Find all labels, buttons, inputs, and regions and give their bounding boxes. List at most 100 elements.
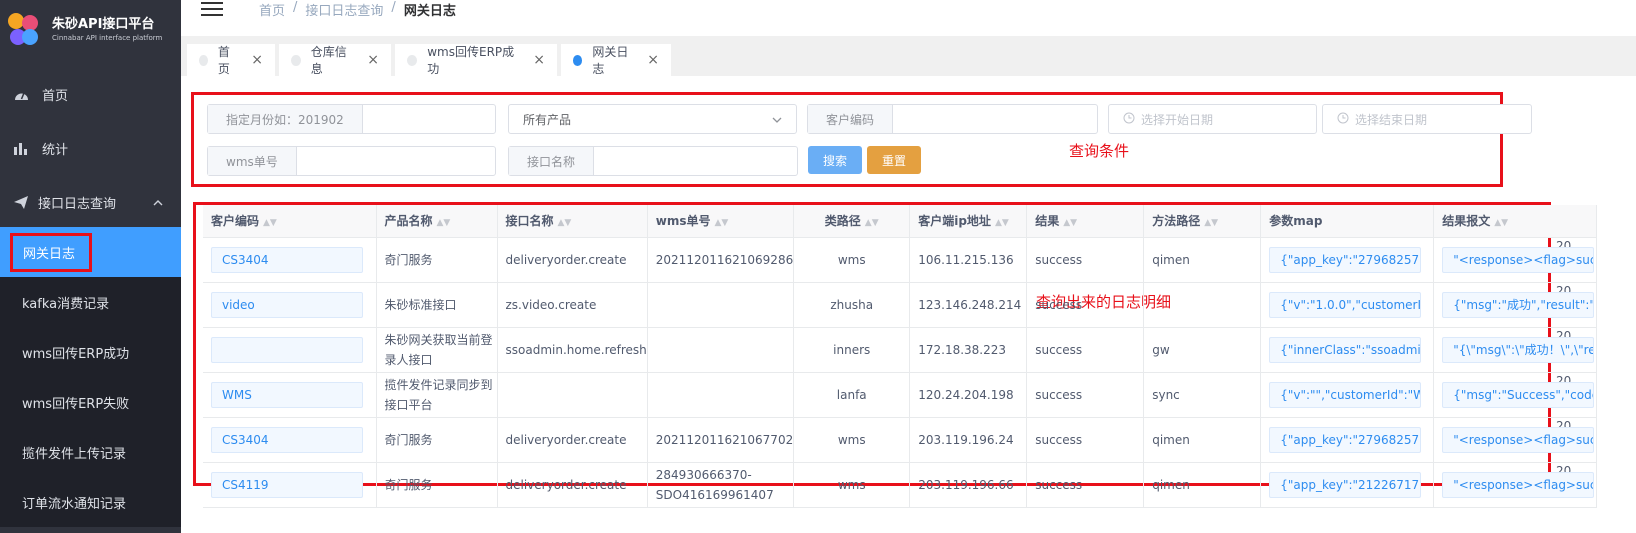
end-date-picker[interactable]: 选择结束日期 <box>1322 104 1532 134</box>
tab-warehouse[interactable]: 仓库信息 × <box>279 44 391 76</box>
month-field[interactable]: 指定月份如：201902 <box>207 104 496 134</box>
table-cell: wms <box>793 462 911 508</box>
customer-code-link[interactable]: CS3404 <box>211 246 363 273</box>
start-date-picker[interactable]: 选择开始日期 <box>1108 104 1317 134</box>
column-header[interactable]: 方法路径 ▲▼ <box>1143 205 1262 238</box>
column-header-label: 客户编码 <box>211 214 260 229</box>
breadcrumb-separator: / <box>391 0 396 15</box>
customer-code-link[interactable]: video <box>211 291 363 318</box>
column-header-label: 客户端ip地址 <box>918 214 991 229</box>
column-header[interactable]: 客户编码 ▲▼ <box>203 205 377 238</box>
table-cell: "<response><flag>success <box>1433 417 1598 463</box>
sort-icon[interactable]: ▲▼ <box>715 218 729 228</box>
json-preview-field[interactable]: {"app_key":"21226717","me <box>1269 471 1422 498</box>
table-cell <box>497 372 648 418</box>
cell-text: deliveryorder.create <box>505 432 627 447</box>
table-row[interactable]: CS3404 奇门服务 deliveryorder.create 2021120116… <box>203 417 1598 463</box>
breadcrumb-home[interactable]: 首页 <box>259 0 285 19</box>
sidebar-item-order-notice[interactable]: 订单流水通知记录 <box>0 477 181 527</box>
close-icon[interactable]: × <box>367 52 379 68</box>
wms-field[interactable]: wms单号 <box>207 146 496 176</box>
json-preview-field[interactable]: "<response><flag>success <box>1442 471 1595 498</box>
table-row[interactable]: 朱砂网关获取当前登录人接口 ssoadmin.home.refresh inners… <box>203 327 1598 373</box>
sidebar-item-wms-success[interactable]: wms回传ERP成功 <box>0 327 181 377</box>
column-header[interactable]: 接口名称 ▲▼ <box>497 205 648 238</box>
sort-icon[interactable]: ▲▼ <box>437 218 451 228</box>
table-row[interactable]: video 朱砂标准接口 zs.video.create zhusha 123.146.… <box>203 282 1598 328</box>
column-header[interactable]: 结果 ▲▼ <box>1026 205 1145 238</box>
api-name-field[interactable]: 接口名称 <box>508 146 798 176</box>
sort-icon[interactable]: ▲▼ <box>1063 218 1077 228</box>
tab-gateway-log[interactable]: 网关日志 × <box>561 44 671 76</box>
cell-text: lanfa <box>836 387 867 402</box>
tab-status-dot <box>291 54 301 66</box>
tab-home[interactable]: 首页 × <box>187 44 275 76</box>
cell-text: qimen <box>1152 432 1190 447</box>
table-cell: 朱砂标准接口 <box>376 282 498 328</box>
tab-wms-success[interactable]: wms回传ERP成功 × <box>395 44 557 76</box>
month-input[interactable] <box>363 105 495 133</box>
table-cell: {"v":"","customerId":"WMS", <box>1260 372 1435 418</box>
breadcrumb-api-log[interactable]: 接口日志查询 <box>305 0 383 19</box>
column-header[interactable]: 类路径 ▲▼ <box>793 205 911 238</box>
cell-text: wms <box>837 252 866 267</box>
sidebar-item-label: 订单流水通知记录 <box>22 496 127 512</box>
sort-icon[interactable]: ▲▼ <box>1204 218 1218 228</box>
table-cell: inners <box>793 327 911 373</box>
table-cell: 奇门服务 <box>376 237 498 283</box>
sidebar-item-gateway-log[interactable]: 网关日志 <box>0 227 181 277</box>
table-row[interactable]: WMS 揽件发件记录同步到接口平台 lanfa 120.24.204.198 succe… <box>203 372 1598 418</box>
table-row[interactable]: CS3404 奇门服务 deliveryorder.create 2021120116… <box>203 237 1598 283</box>
json-preview-field[interactable]: {"v":"1.0.0","customerId":"vi <box>1269 291 1422 318</box>
tab-label: 首页 <box>217 45 230 76</box>
column-header[interactable]: wms单号 ▲▼ <box>647 205 795 238</box>
json-preview-field[interactable]: "{\"msg\":\"成功！\",\"result\ <box>1442 336 1595 363</box>
json-preview-field[interactable]: {"app_key":"27968257","me <box>1269 246 1422 273</box>
app-root: 朱砂API接口平台 Cinnabar API interface platfor… <box>0 0 1636 533</box>
json-preview-field[interactable]: {"innerClass":"ssoadmin","a <box>1269 336 1422 363</box>
table-cell <box>203 327 377 373</box>
sort-icon[interactable]: ▲▼ <box>865 218 879 228</box>
sidebar-item-wms-fail[interactable]: wms回传ERP失败 <box>0 377 181 427</box>
customer-input[interactable] <box>893 105 1097 133</box>
product-select[interactable]: 所有产品 <box>508 104 797 134</box>
column-header[interactable]: 参数map <box>1260 205 1435 238</box>
table-cell: 202112011621069286 <box>647 237 795 283</box>
reset-button[interactable]: 重置 <box>867 146 921 174</box>
json-preview-field[interactable]: {"msg":"Success","code":"0 <box>1442 381 1595 408</box>
sort-icon[interactable]: ▲▼ <box>558 218 572 228</box>
wms-input[interactable] <box>297 147 495 175</box>
close-icon[interactable]: × <box>251 52 263 68</box>
table-row[interactable]: CS4119 奇门服务 deliveryorder.create 2849306663… <box>203 462 1598 508</box>
sidebar-item-kafka[interactable]: kafka消费记录 <box>0 277 181 327</box>
close-icon[interactable]: × <box>647 52 659 68</box>
customer-code-link[interactable]: WMS <box>211 381 363 408</box>
api-name-input[interactable] <box>594 147 797 175</box>
json-preview-field[interactable]: {"app_key":"27968257","me <box>1269 426 1422 453</box>
sort-icon[interactable]: ▲▼ <box>263 218 277 228</box>
sort-icon[interactable]: ▲▼ <box>1494 218 1508 228</box>
customer-code-link[interactable]: CS4119 <box>211 471 363 498</box>
table-cell: success <box>1026 237 1145 283</box>
sidebar-submenu: 网关日志 kafka消费记录 wms回传ERP成功 wms回传ERP失败 揽件发… <box>0 227 181 527</box>
close-icon[interactable]: × <box>533 52 545 68</box>
json-preview-field[interactable]: "<response><flag>success <box>1442 246 1595 273</box>
column-header[interactable]: 产品名称 ▲▼ <box>376 205 498 238</box>
json-preview-field[interactable]: "<response><flag>success <box>1442 426 1595 453</box>
customer-code-link[interactable]: CS3404 <box>211 426 363 453</box>
sort-icon[interactable]: ▲▼ <box>995 218 1009 228</box>
customer-code-link[interactable] <box>211 336 363 363</box>
table-cell: 106.11.215.136 <box>909 237 1028 283</box>
customer-field[interactable]: 客户编码 <box>807 104 1098 134</box>
sidebar-item-home[interactable]: 首页 <box>0 69 181 119</box>
column-header[interactable]: 结果报文 ▲▼ <box>1433 205 1598 238</box>
json-preview-field[interactable]: {"v":"","customerId":"WMS", <box>1269 381 1422 408</box>
sidebar-item-stats[interactable]: 统计 <box>0 123 181 173</box>
paper-plane-icon <box>12 195 30 209</box>
hamburger-menu-icon[interactable] <box>201 2 223 16</box>
sidebar-item-api-log[interactable]: 接口日志查询 <box>0 177 181 227</box>
search-button[interactable]: 搜索 <box>808 146 862 174</box>
column-header[interactable]: 客户端ip地址 ▲▼ <box>909 205 1028 238</box>
json-preview-field[interactable]: {"msg":"成功","result":"true" <box>1442 291 1595 318</box>
sidebar-item-pickup-upload[interactable]: 揽件发件上传记录 <box>0 427 181 477</box>
